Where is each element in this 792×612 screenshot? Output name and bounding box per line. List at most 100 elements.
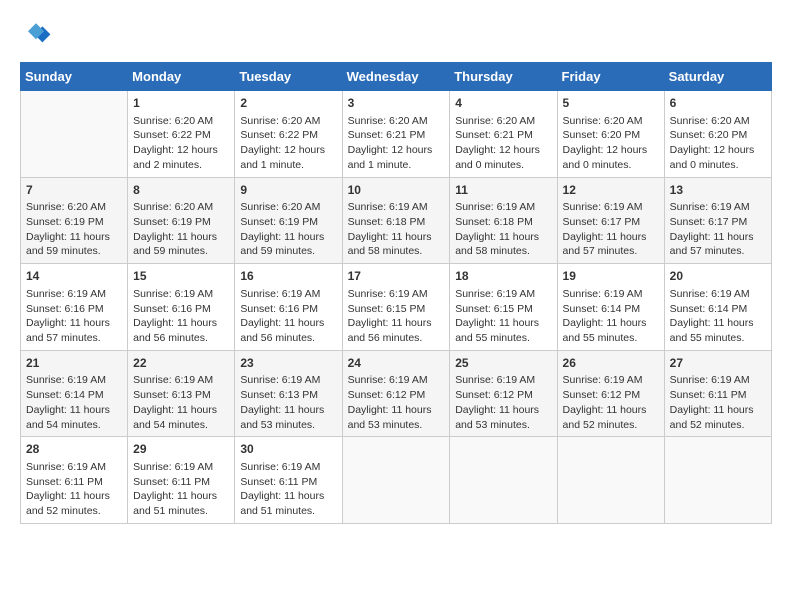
day-number: 1 <box>133 95 229 112</box>
day-number: 27 <box>670 355 766 372</box>
calendar-cell: 24Sunrise: 6:19 AM Sunset: 6:12 PM Dayli… <box>342 350 450 437</box>
calendar-cell: 17Sunrise: 6:19 AM Sunset: 6:15 PM Dayli… <box>342 264 450 351</box>
day-info: Sunrise: 6:19 AM Sunset: 6:13 PM Dayligh… <box>133 373 229 432</box>
calendar-cell: 21Sunrise: 6:19 AM Sunset: 6:14 PM Dayli… <box>21 350 128 437</box>
day-info: Sunrise: 6:19 AM Sunset: 6:11 PM Dayligh… <box>133 460 229 519</box>
calendar-cell: 23Sunrise: 6:19 AM Sunset: 6:13 PM Dayli… <box>235 350 342 437</box>
calendar-cell: 2 Sunrise: 6:20 AM Sunset: 6:22 PM Daylig… <box>235 91 342 178</box>
day-info: Sunrise: 6:19 AM Sunset: 6:14 PM Dayligh… <box>670 287 766 346</box>
day-number: 23 <box>240 355 336 372</box>
day-info: Sunrise: 6:19 AM Sunset: 6:18 PM Dayligh… <box>348 200 445 259</box>
day-number: 7 <box>26 182 122 199</box>
day-number: 11 <box>455 182 551 199</box>
day-info: Sunrise: 6:20 AM Sunset: 6:21 PM Dayligh… <box>455 114 551 173</box>
calendar-cell: 15 Sunrise: 6:19 AM Sunset: 6:16 PM Dayli… <box>128 264 235 351</box>
calendar-cell: 7Sunrise: 6:20 AM Sunset: 6:19 PM Daylig… <box>21 177 128 264</box>
day-info: Sunrise: 6:19 AM Sunset: 6:18 PM Dayligh… <box>455 200 551 259</box>
day-number: 16 <box>240 268 336 285</box>
day-number: 21 <box>26 355 122 372</box>
calendar-table: SundayMondayTuesdayWednesdayThursdayFrid… <box>20 62 772 524</box>
day-info: Sunrise: 6:20 AM Sunset: 6:19 PM Dayligh… <box>26 200 122 259</box>
day-info: Sunrise: 6:19 AM Sunset: 6:13 PM Dayligh… <box>240 373 336 432</box>
day-info: Sunrise: 6:19 AM Sunset: 6:14 PM Dayligh… <box>26 373 122 432</box>
day-info: Sunrise: 6:19 AM Sunset: 6:12 PM Dayligh… <box>563 373 659 432</box>
day-number: 29 <box>133 441 229 458</box>
day-number: 12 <box>563 182 659 199</box>
calendar-cell: 30Sunrise: 6:19 AM Sunset: 6:11 PM Dayli… <box>235 437 342 524</box>
day-info: Sunrise: 6:20 AM Sunset: 6:22 PM Dayligh… <box>133 114 229 173</box>
calendar-cell: 28 Sunrise: 6:19 AM Sunset: 6:11 PM Dayli… <box>21 437 128 524</box>
day-number: 8 <box>133 182 229 199</box>
day-number: 6 <box>670 95 766 112</box>
day-info: Sunrise: 6:19 AM Sunset: 6:11 PM Dayligh… <box>670 373 766 432</box>
calendar-header: SundayMondayTuesdayWednesdayThursdayFrid… <box>21 63 772 91</box>
weekday-header: Friday <box>557 63 664 91</box>
day-info: Sunrise: 6:20 AM Sunset: 6:20 PM Dayligh… <box>670 114 766 173</box>
calendar-cell <box>342 437 450 524</box>
day-number: 13 <box>670 182 766 199</box>
weekday-header: Tuesday <box>235 63 342 91</box>
weekday-header: Sunday <box>21 63 128 91</box>
day-info: Sunrise: 6:19 AM Sunset: 6:16 PM Dayligh… <box>240 287 336 346</box>
calendar-week: 14 Sunrise: 6:19 AM Sunset: 6:16 PM Dayli… <box>21 264 772 351</box>
calendar-cell: 5 Sunrise: 6:20 AM Sunset: 6:20 PM Daylig… <box>557 91 664 178</box>
calendar-cell <box>450 437 557 524</box>
calendar-cell: 10Sunrise: 6:19 AM Sunset: 6:18 PM Dayli… <box>342 177 450 264</box>
day-number: 30 <box>240 441 336 458</box>
calendar-cell <box>664 437 771 524</box>
calendar-cell: 19Sunrise: 6:19 AM Sunset: 6:14 PM Dayli… <box>557 264 664 351</box>
calendar-cell: 4 Sunrise: 6:20 AM Sunset: 6:21 PM Daylig… <box>450 91 557 178</box>
day-info: Sunrise: 6:20 AM Sunset: 6:22 PM Dayligh… <box>240 114 336 173</box>
day-info: Sunrise: 6:19 AM Sunset: 6:17 PM Dayligh… <box>670 200 766 259</box>
day-number: 22 <box>133 355 229 372</box>
day-info: Sunrise: 6:20 AM Sunset: 6:21 PM Dayligh… <box>348 114 445 173</box>
day-number: 17 <box>348 268 445 285</box>
calendar-cell: 20Sunrise: 6:19 AM Sunset: 6:14 PM Dayli… <box>664 264 771 351</box>
day-info: Sunrise: 6:19 AM Sunset: 6:14 PM Dayligh… <box>563 287 659 346</box>
calendar-cell: 6 Sunrise: 6:20 AM Sunset: 6:20 PM Daylig… <box>664 91 771 178</box>
calendar-cell: 8Sunrise: 6:20 AM Sunset: 6:19 PM Daylig… <box>128 177 235 264</box>
calendar-cell: 11Sunrise: 6:19 AM Sunset: 6:18 PM Dayli… <box>450 177 557 264</box>
calendar-cell: 12Sunrise: 6:19 AM Sunset: 6:17 PM Dayli… <box>557 177 664 264</box>
calendar-cell: 3 Sunrise: 6:20 AM Sunset: 6:21 PM Daylig… <box>342 91 450 178</box>
weekday-header: Thursday <box>450 63 557 91</box>
calendar-cell: 22Sunrise: 6:19 AM Sunset: 6:13 PM Dayli… <box>128 350 235 437</box>
day-info: Sunrise: 6:19 AM Sunset: 6:17 PM Dayligh… <box>563 200 659 259</box>
day-info: Sunrise: 6:19 AM Sunset: 6:16 PM Dayligh… <box>133 287 229 346</box>
day-number: 18 <box>455 268 551 285</box>
calendar-week: 7Sunrise: 6:20 AM Sunset: 6:19 PM Daylig… <box>21 177 772 264</box>
day-number: 4 <box>455 95 551 112</box>
day-number: 5 <box>563 95 659 112</box>
calendar-week: 21Sunrise: 6:19 AM Sunset: 6:14 PM Dayli… <box>21 350 772 437</box>
calendar-week: 1 Sunrise: 6:20 AM Sunset: 6:22 PM Daylig… <box>21 91 772 178</box>
day-info: Sunrise: 6:19 AM Sunset: 6:16 PM Dayligh… <box>26 287 122 346</box>
calendar-cell <box>21 91 128 178</box>
calendar-cell: 13Sunrise: 6:19 AM Sunset: 6:17 PM Dayli… <box>664 177 771 264</box>
calendar-cell: 25Sunrise: 6:19 AM Sunset: 6:12 PM Dayli… <box>450 350 557 437</box>
calendar-cell: 26Sunrise: 6:19 AM Sunset: 6:12 PM Dayli… <box>557 350 664 437</box>
day-info: Sunrise: 6:19 AM Sunset: 6:11 PM Dayligh… <box>26 460 122 519</box>
day-info: Sunrise: 6:19 AM Sunset: 6:12 PM Dayligh… <box>348 373 445 432</box>
logo-icon <box>20 20 52 52</box>
calendar-cell: 9Sunrise: 6:20 AM Sunset: 6:19 PM Daylig… <box>235 177 342 264</box>
calendar-cell: 1 Sunrise: 6:20 AM Sunset: 6:22 PM Daylig… <box>128 91 235 178</box>
day-number: 28 <box>26 441 122 458</box>
logo <box>20 20 56 52</box>
weekday-header: Saturday <box>664 63 771 91</box>
day-info: Sunrise: 6:19 AM Sunset: 6:15 PM Dayligh… <box>455 287 551 346</box>
day-number: 9 <box>240 182 336 199</box>
weekday-header: Wednesday <box>342 63 450 91</box>
day-info: Sunrise: 6:20 AM Sunset: 6:20 PM Dayligh… <box>563 114 659 173</box>
day-number: 2 <box>240 95 336 112</box>
day-number: 25 <box>455 355 551 372</box>
calendar-cell: 18 Sunrise: 6:19 AM Sunset: 6:15 PM Dayli… <box>450 264 557 351</box>
day-info: Sunrise: 6:19 AM Sunset: 6:12 PM Dayligh… <box>455 373 551 432</box>
day-number: 26 <box>563 355 659 372</box>
calendar-cell: 16 Sunrise: 6:19 AM Sunset: 6:16 PM Dayli… <box>235 264 342 351</box>
day-number: 15 <box>133 268 229 285</box>
day-number: 3 <box>348 95 445 112</box>
day-number: 14 <box>26 268 122 285</box>
calendar-cell: 27Sunrise: 6:19 AM Sunset: 6:11 PM Dayli… <box>664 350 771 437</box>
weekday-header: Monday <box>128 63 235 91</box>
calendar-week: 28 Sunrise: 6:19 AM Sunset: 6:11 PM Dayli… <box>21 437 772 524</box>
